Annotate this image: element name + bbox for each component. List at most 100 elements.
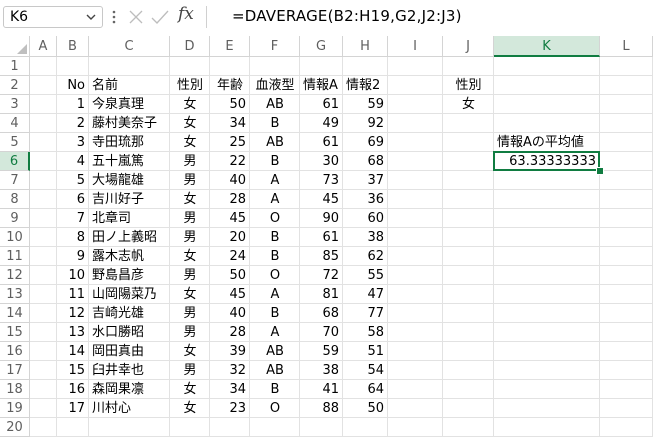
- table-cell[interactable]: 45: [210, 209, 250, 228]
- row-header-6[interactable]: 6: [0, 152, 30, 171]
- column-header-i[interactable]: I: [388, 36, 443, 57]
- table-cell[interactable]: 田ノ上義昭: [89, 228, 170, 247]
- table-cell[interactable]: 男: [170, 171, 210, 190]
- table-cell[interactable]: 47: [343, 285, 388, 304]
- table-cell[interactable]: AB: [250, 342, 300, 361]
- table-cell[interactable]: 58: [343, 323, 388, 342]
- table-cell[interactable]: 59: [343, 95, 388, 114]
- table-cell[interactable]: 臼井幸也: [89, 361, 170, 380]
- table-cell[interactable]: B: [250, 228, 300, 247]
- row-header-7[interactable]: 7: [0, 171, 30, 190]
- row-header-18[interactable]: 18: [0, 380, 30, 399]
- table-cell[interactable]: 68: [300, 304, 343, 323]
- table-cell[interactable]: 20: [210, 228, 250, 247]
- table-cell[interactable]: 24: [210, 247, 250, 266]
- table-cell[interactable]: 女: [170, 190, 210, 209]
- criteria-value-cell[interactable]: 女: [443, 95, 494, 114]
- column-header-b[interactable]: B: [57, 36, 89, 57]
- table-cell[interactable]: 49: [300, 114, 343, 133]
- column-header-e[interactable]: E: [210, 36, 250, 57]
- select-all-corner[interactable]: [0, 36, 30, 57]
- chevron-down-icon[interactable]: [84, 7, 98, 27]
- table-cell[interactable]: O: [250, 209, 300, 228]
- table-cell[interactable]: 50: [210, 95, 250, 114]
- table-cell[interactable]: 露木志帆: [89, 247, 170, 266]
- table-cell[interactable]: 15: [57, 361, 89, 380]
- table-cell[interactable]: 男: [170, 304, 210, 323]
- column-header-g[interactable]: G: [300, 36, 343, 57]
- row-header-11[interactable]: 11: [0, 247, 30, 266]
- row-header-19[interactable]: 19: [0, 399, 30, 418]
- table-cell[interactable]: B: [250, 380, 300, 399]
- table-cell[interactable]: AB: [250, 361, 300, 380]
- column-header-c[interactable]: C: [89, 36, 170, 57]
- table-cell[interactable]: B: [250, 247, 300, 266]
- table-cell[interactable]: O: [250, 399, 300, 418]
- table-cell[interactable]: 北章司: [89, 209, 170, 228]
- table-cell[interactable]: 寺田琉那: [89, 133, 170, 152]
- table-cell[interactable]: 男: [170, 323, 210, 342]
- table-cell[interactable]: 五十嵐篤: [89, 152, 170, 171]
- table-cell[interactable]: 2: [57, 114, 89, 133]
- table-cell[interactable]: AB: [250, 95, 300, 114]
- row-header-15[interactable]: 15: [0, 323, 30, 342]
- table-cell[interactable]: 8: [57, 228, 89, 247]
- table-cell[interactable]: 13: [57, 323, 89, 342]
- row-header-13[interactable]: 13: [0, 285, 30, 304]
- table-cell[interactable]: A: [250, 285, 300, 304]
- table-cell[interactable]: 92: [343, 114, 388, 133]
- table-cell[interactable]: A: [250, 323, 300, 342]
- table-cell[interactable]: 3: [57, 133, 89, 152]
- table-header-cell[interactable]: 情報A: [300, 76, 343, 95]
- close-icon[interactable]: [127, 8, 145, 26]
- table-cell[interactable]: A: [250, 190, 300, 209]
- table-cell[interactable]: 39: [210, 342, 250, 361]
- row-header-20[interactable]: 20: [0, 418, 30, 437]
- table-cell[interactable]: 85: [300, 247, 343, 266]
- table-cell[interactable]: 4: [57, 152, 89, 171]
- vertical-dots-icon[interactable]: [110, 9, 118, 25]
- table-cell[interactable]: AB: [250, 133, 300, 152]
- table-cell[interactable]: 50: [210, 266, 250, 285]
- table-cell[interactable]: 64: [343, 380, 388, 399]
- table-cell[interactable]: B: [250, 304, 300, 323]
- table-cell[interactable]: 40: [210, 304, 250, 323]
- table-cell[interactable]: 水口勝昭: [89, 323, 170, 342]
- table-cell[interactable]: 吉川好子: [89, 190, 170, 209]
- table-cell[interactable]: 45: [300, 190, 343, 209]
- table-cell[interactable]: 25: [210, 133, 250, 152]
- table-cell[interactable]: 54: [343, 361, 388, 380]
- row-header-9[interactable]: 9: [0, 209, 30, 228]
- table-cell[interactable]: 12: [57, 304, 89, 323]
- row-header-3[interactable]: 3: [0, 95, 30, 114]
- table-cell[interactable]: 32: [210, 361, 250, 380]
- table-cell[interactable]: 60: [343, 209, 388, 228]
- column-header-l[interactable]: L: [600, 36, 653, 57]
- table-cell[interactable]: 森岡果凛: [89, 380, 170, 399]
- row-header-8[interactable]: 8: [0, 190, 30, 209]
- table-cell[interactable]: 28: [210, 323, 250, 342]
- table-cell[interactable]: 59: [300, 342, 343, 361]
- table-cell[interactable]: B: [250, 114, 300, 133]
- row-header-14[interactable]: 14: [0, 304, 30, 323]
- check-icon[interactable]: [150, 8, 170, 26]
- table-cell[interactable]: 女: [170, 285, 210, 304]
- table-cell[interactable]: 1: [57, 95, 89, 114]
- table-cell[interactable]: 45: [210, 285, 250, 304]
- table-cell[interactable]: 61: [300, 228, 343, 247]
- row-header-5[interactable]: 5: [0, 133, 30, 152]
- row-header-12[interactable]: 12: [0, 266, 30, 285]
- row-header-10[interactable]: 10: [0, 228, 30, 247]
- worksheet-grid[interactable]: ABCDEFGHIJKL 1 2 3 4 5 6 7 8 9 10 11 12 13 14 15 16 17 18…: [0, 36, 653, 437]
- table-cell[interactable]: 女: [170, 133, 210, 152]
- table-cell[interactable]: 7: [57, 209, 89, 228]
- table-cell[interactable]: 野島昌彦: [89, 266, 170, 285]
- table-cell[interactable]: 30: [300, 152, 343, 171]
- table-cell[interactable]: 男: [170, 228, 210, 247]
- table-header-cell[interactable]: 血液型: [250, 76, 300, 95]
- table-cell[interactable]: 女: [170, 399, 210, 418]
- table-cell[interactable]: 10: [57, 266, 89, 285]
- table-cell[interactable]: 38: [343, 228, 388, 247]
- table-header-cell[interactable]: 性別: [170, 76, 210, 95]
- row-header-2[interactable]: 2: [0, 76, 30, 95]
